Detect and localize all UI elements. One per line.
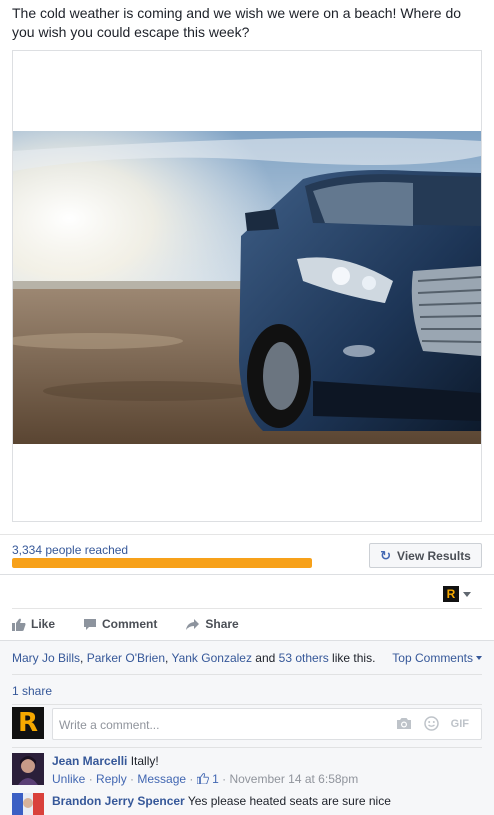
share-arrow-icon [186, 618, 200, 630]
profile-photo [12, 753, 44, 785]
composer-tools: GIF [396, 716, 469, 731]
likes-separator: , [80, 651, 87, 665]
likes-and-text: and [251, 651, 279, 665]
share-label: Share [205, 617, 239, 631]
comment-body: Brandon Jerry Spencer Yes please heated … [52, 793, 482, 809]
reach-progress-bar [12, 558, 312, 568]
comment-like-count[interactable]: 1 [212, 772, 219, 786]
comment-meta: Unlike · Reply · Message · 1 · November … [52, 772, 359, 786]
camera-icon[interactable] [396, 717, 412, 730]
comment-input[interactable]: Write a comment... GIF [52, 708, 482, 740]
post-photo[interactable] [13, 131, 481, 444]
people-reached-text[interactable]: 3,334 people reached [12, 543, 128, 557]
view-results-button[interactable]: ↻ View Results [369, 543, 482, 568]
divider [12, 674, 482, 675]
comments-section: Mary Jo Bills, Parker O'Brien, Yank Gonz… [0, 640, 494, 815]
divider [0, 574, 494, 575]
comment-timestamp[interactable]: November 14 at 6:58pm [229, 772, 358, 786]
brand-r-logo-icon: R [443, 586, 459, 602]
like-label: Like [31, 617, 56, 631]
likes-suffix: like this. [328, 651, 376, 665]
post-photo-frame[interactable] [12, 50, 482, 522]
chevron-down-icon [463, 591, 471, 597]
comment-label: Comment [102, 617, 158, 631]
reply-link[interactable]: Reply [96, 772, 127, 786]
like-button[interactable]: Like [12, 617, 55, 631]
divider [12, 704, 482, 705]
comment-text: Yes please heated seats are sure nice [187, 794, 391, 808]
shares-link[interactable]: 1 share [12, 684, 52, 698]
comment-author[interactable]: Brandon Jerry Spencer [52, 794, 185, 808]
refresh-icon: ↻ [380, 547, 392, 563]
gif-button[interactable]: GIF [451, 718, 469, 730]
divider [12, 608, 482, 609]
post-actions-bar: Like Comment Share [12, 613, 482, 635]
comment-button[interactable]: Comment [83, 617, 157, 631]
comment-placeholder: Write a comment... [59, 718, 160, 732]
likes-summary: Mary Jo Bills, Parker O'Brien, Yank Gonz… [12, 651, 375, 665]
message-link[interactable]: Message [137, 772, 186, 786]
thumbs-up-icon [12, 618, 26, 631]
avatar[interactable] [12, 753, 44, 785]
view-results-label: View Results [397, 548, 471, 563]
brand-r-logo-icon: R [17, 708, 39, 738]
reach-row: 3,334 people reached ↻ View Results [0, 534, 494, 574]
top-comments-label: Top Comments [392, 651, 473, 665]
comment-icon [84, 618, 97, 630]
top-comments-dropdown[interactable]: Top Comments [392, 651, 482, 665]
comment-author[interactable]: Jean Marcelli [52, 754, 127, 768]
liker-link[interactable]: Yank Gonzalez [171, 651, 252, 665]
avatar[interactable] [12, 793, 44, 815]
smiley-icon[interactable] [423, 716, 439, 731]
liker-link[interactable]: Mary Jo Bills [12, 651, 80, 665]
page-voice-switcher[interactable]: R [443, 586, 471, 602]
share-button[interactable]: Share [185, 617, 239, 631]
comment-body: Jean Marcelli Itally! Unlike · Reply · M… [52, 753, 482, 787]
commenter-avatar: R [12, 707, 44, 739]
post-text: The cold weather is coming and we wish w… [12, 5, 462, 40]
car-on-beach-image [13, 131, 481, 444]
profile-photo [12, 793, 44, 815]
unlike-link[interactable]: Unlike [52, 772, 85, 786]
chevron-down-icon [476, 656, 482, 660]
liker-link[interactable]: Parker O'Brien [87, 651, 165, 665]
reach-progress-fill [12, 558, 312, 568]
divider [12, 747, 482, 748]
others-link[interactable]: 53 others [279, 651, 329, 665]
thumbs-up-icon [196, 773, 209, 785]
comment-text: Itally! [130, 754, 159, 768]
